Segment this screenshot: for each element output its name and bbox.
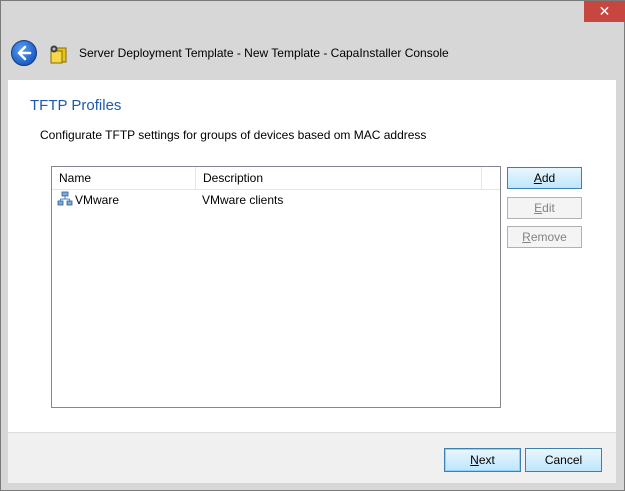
next-button-label: ext (478, 453, 495, 467)
add-button[interactable]: Add (507, 167, 582, 189)
remove-button-label: emove (530, 230, 567, 244)
list-header: Name Description (52, 167, 500, 190)
window-title: Server Deployment Template - New Templat… (79, 46, 449, 60)
next-button[interactable]: Next (444, 448, 521, 472)
network-group-icon (57, 191, 73, 206)
close-button[interactable]: ✕ (584, 1, 625, 22)
edit-button-label: dit (542, 201, 555, 215)
back-button[interactable] (11, 40, 37, 66)
row-name-cell: VMware (57, 190, 197, 210)
back-arrow-icon (17, 45, 32, 61)
column-header-name[interactable]: Name (52, 167, 196, 189)
row-description-cell: VMware clients (202, 193, 284, 207)
cancel-button[interactable]: Cancel (525, 448, 602, 472)
page-heading: TFTP Profiles (30, 97, 122, 114)
edit-button-accel: E (534, 201, 543, 215)
page-subtitle: Configurate TFTP settings for groups of … (40, 128, 427, 142)
row-name-label: VMware (75, 193, 120, 207)
add-button-label: dd (541, 171, 556, 185)
capainstaller-app-icon (50, 45, 67, 64)
tftp-profiles-list[interactable]: Name Description VMware VMware clients (51, 166, 501, 408)
list-row[interactable]: VMware VMware clients (52, 190, 500, 210)
close-icon: ✕ (598, 3, 611, 19)
column-header-filler (482, 167, 500, 189)
remove-button[interactable]: Remove (507, 226, 582, 248)
remove-button-accel: R (522, 230, 531, 244)
column-header-description[interactable]: Description (196, 167, 482, 189)
next-button-accel: N (470, 453, 479, 467)
edit-button[interactable]: Edit (507, 197, 582, 219)
add-button-accel: A (533, 171, 542, 185)
